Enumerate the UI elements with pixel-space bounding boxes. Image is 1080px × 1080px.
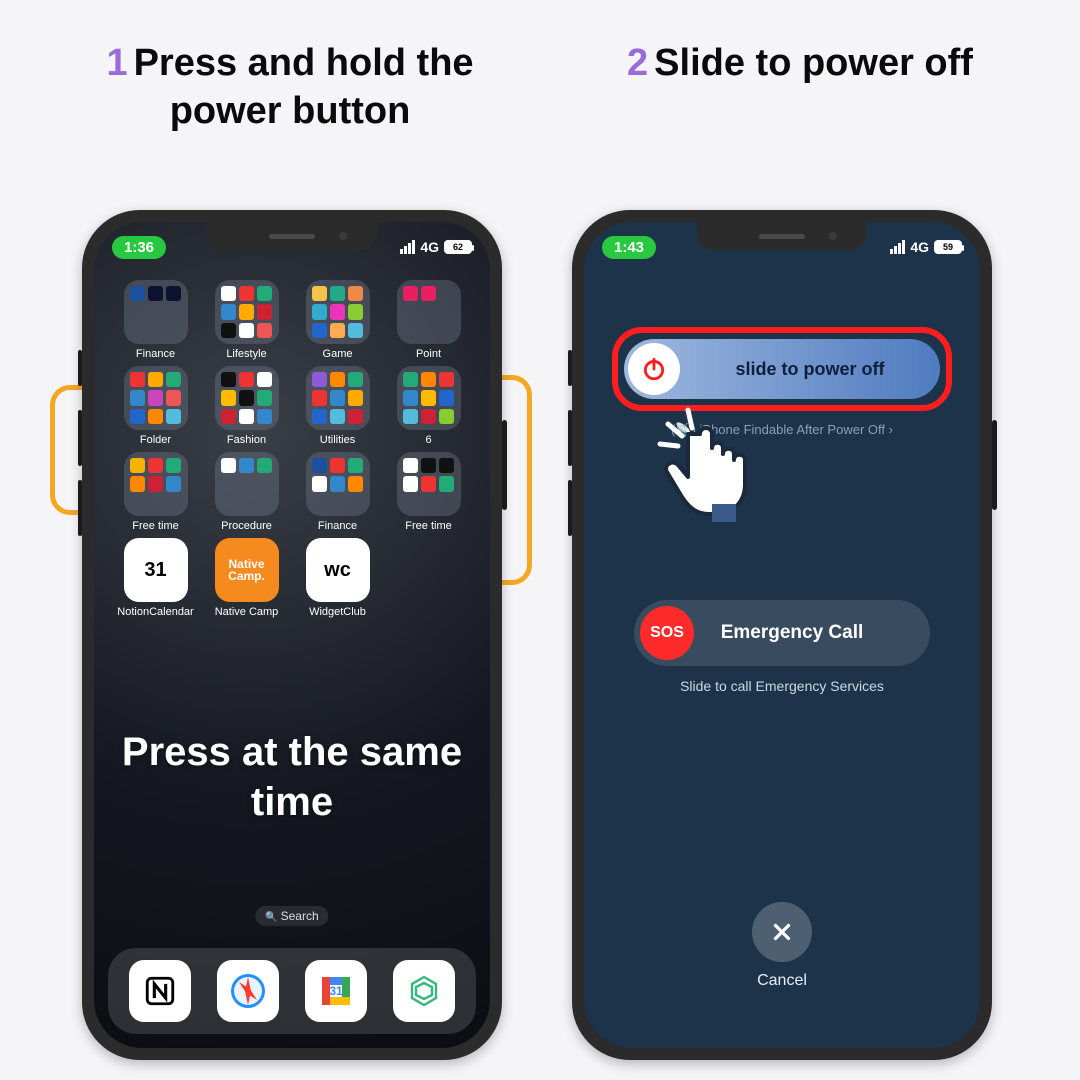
folder-label: Free time	[132, 520, 178, 532]
folder-label: Procedure	[221, 520, 272, 532]
step-1-number: 1	[106, 42, 127, 84]
battery-icon: 62	[444, 240, 472, 254]
folder-fashion[interactable]: Fashion	[201, 366, 292, 446]
phone-mockup-1: 1:36 4G 62 Finance Lifestyle Game Point Fold…	[82, 210, 502, 1060]
search-button[interactable]: Search	[255, 906, 328, 926]
folder-utilities[interactable]: Utilities	[292, 366, 383, 446]
folder-label: Free time	[405, 520, 451, 532]
app-widgetclub[interactable]: wcWidgetClub	[292, 538, 383, 618]
dock-app-notion[interactable]	[129, 960, 191, 1022]
emergency-call-sub: Slide to call Emergency Services	[584, 678, 980, 694]
sos-badge: SOS	[640, 606, 694, 660]
power-off-thumb[interactable]	[628, 343, 680, 395]
folder-lifestyle[interactable]: Lifestyle	[201, 280, 292, 360]
emergency-call-slider[interactable]: SOS Emergency Call	[634, 600, 930, 666]
close-icon	[769, 919, 795, 945]
folder-free-time[interactable]: Free time	[110, 452, 201, 532]
network-label: 4G	[910, 239, 929, 255]
folder-label: Utilities	[320, 434, 355, 446]
findable-note[interactable]: (📡) iPhone Findable After Power Off ›	[584, 422, 980, 438]
app-folder-grid: Finance Lifestyle Game Point Folder Fashion Ut…	[94, 280, 490, 618]
folder-point[interactable]: Point	[383, 280, 474, 360]
folder-procedure[interactable]: Procedure	[201, 452, 292, 532]
network-label: 4G	[420, 239, 439, 255]
cancel-label: Cancel	[584, 972, 980, 990]
app-label: WidgetClub	[309, 606, 366, 618]
dock: 31	[108, 948, 476, 1034]
power-off-screen: 1:43 4G 59 slide to power off (📡) iPhone…	[584, 222, 980, 1048]
cancel-button[interactable]	[752, 902, 812, 962]
status-time: 1:43	[602, 236, 656, 259]
app-label: NotionCalendar	[117, 606, 193, 618]
step-2-number: 2	[627, 42, 648, 84]
app-notioncalendar[interactable]: 31NotionCalendar	[110, 538, 201, 618]
power-off-highlight: slide to power off	[612, 327, 952, 411]
folder-game[interactable]: Game	[292, 280, 383, 360]
dock-app-safari[interactable]	[217, 960, 279, 1022]
folder-label: Lifestyle	[226, 348, 266, 360]
phone-mockup-2: 1:43 4G 59 slide to power off (📡) iPhone…	[572, 210, 992, 1060]
folder-label: Game	[323, 348, 353, 360]
svg-text:31: 31	[329, 984, 343, 998]
folder-label: Finance	[318, 520, 357, 532]
dock-app-chatgpt[interactable]	[393, 960, 455, 1022]
step-1-caption: 1Press and hold the power button	[60, 40, 520, 135]
status-time: 1:36	[112, 236, 166, 259]
app-native-camp[interactable]: Native Camp.Native Camp	[201, 538, 292, 618]
home-screen: 1:36 4G 62 Finance Lifestyle Game Point Fold…	[94, 222, 490, 1048]
folder-label: 6	[425, 434, 431, 446]
power-icon	[641, 356, 667, 382]
dock-app-gcal[interactable]: 31	[305, 960, 367, 1022]
folder-finance[interactable]: Finance	[292, 452, 383, 532]
battery-icon: 59	[934, 240, 962, 254]
folder-label: Finance	[136, 348, 175, 360]
power-off-label: slide to power off	[680, 359, 940, 380]
folder-free-time[interactable]: Free time	[383, 452, 474, 532]
power-off-slider[interactable]: slide to power off	[624, 339, 940, 399]
overlay-instruction: Press at the same time	[94, 727, 490, 827]
folder-finance[interactable]: Finance	[110, 280, 201, 360]
notch	[207, 222, 377, 250]
folder-label: Fashion	[227, 434, 266, 446]
folder-label: Folder	[140, 434, 171, 446]
folder-folder[interactable]: Folder	[110, 366, 201, 446]
step-2-caption: 2Slide to power off	[570, 40, 1030, 88]
emergency-call-label: Emergency Call	[694, 622, 930, 644]
step-2-title: Slide to power off	[654, 42, 973, 84]
folder-6[interactable]: 6	[383, 366, 474, 446]
signal-icon	[890, 240, 905, 254]
folder-label: Point	[416, 348, 441, 360]
signal-icon	[400, 240, 415, 254]
notch	[697, 222, 867, 250]
app-label: Native Camp	[215, 606, 279, 618]
step-1-title: Press and hold the power button	[134, 42, 474, 132]
